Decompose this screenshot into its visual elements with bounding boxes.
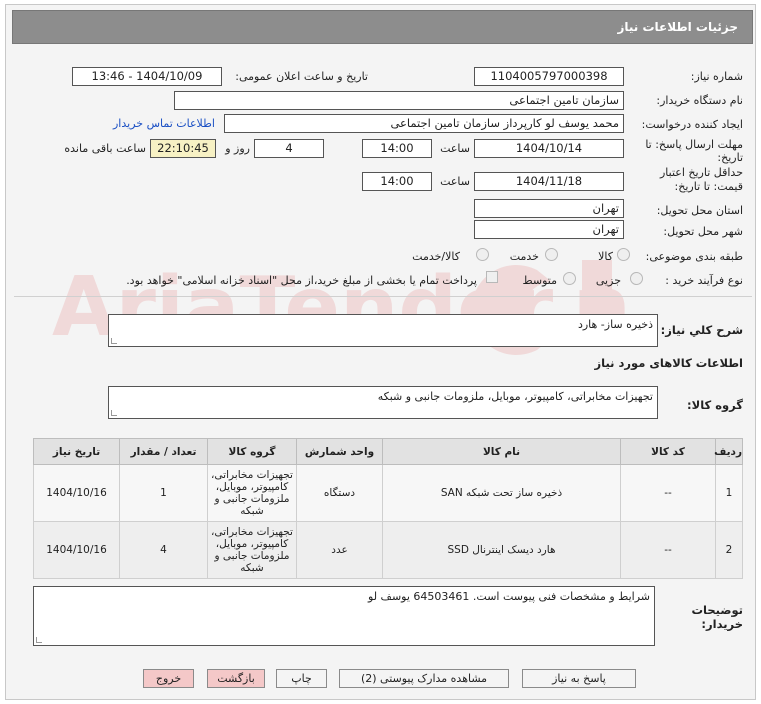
- remaining-time-field: 22:10:45: [150, 139, 216, 158]
- summary-value: ذخیره ساز- هارد: [577, 318, 653, 331]
- col-header-name: نام کالا: [382, 438, 621, 465]
- process-small-label: جزیی: [595, 274, 621, 287]
- process-medium-radio[interactable]: [563, 272, 576, 285]
- validity-date-field[interactable]: 1404/11/18: [474, 172, 624, 191]
- process-small-radio[interactable]: [630, 272, 643, 285]
- summary-label: شرح کلي نياز:: [660, 323, 743, 337]
- category-goods-service-label: کالا/خدمت: [412, 250, 460, 263]
- cell-name: هارد دیسک اینترنال SSD: [382, 521, 621, 579]
- announce-label: تاریخ و ساعت اعلان عمومی:: [235, 70, 368, 83]
- process-medium-label: متوسط: [522, 274, 557, 287]
- col-header-unit: واحد شمارش: [296, 438, 383, 465]
- cell-row-num: 2: [715, 521, 743, 579]
- notes-label-2: خریدار:: [701, 617, 743, 631]
- cell-code: --: [620, 521, 716, 579]
- col-header-row-num: ردیف: [714, 438, 743, 465]
- contact-info-link[interactable]: اطلاعات تماس خریدار: [113, 117, 215, 130]
- col-header-qty: تعداد / مقدار: [119, 438, 208, 465]
- cell-date: 1404/10/16: [33, 464, 120, 522]
- notes-textarea[interactable]: شرایط و مشخصات فنی پیوست است. 64503461 ی…: [33, 586, 655, 646]
- notes-label: توضیحات: [691, 603, 744, 617]
- buyer-org-label: نام دستگاه خریدار:: [656, 94, 743, 107]
- deadline-label-2: تاریخ:: [717, 151, 743, 164]
- reply-button[interactable]: پاسخ به نیاز: [522, 669, 636, 688]
- cell-group: تجهیزات مخابراتی، کامپیوتر، موبایل، ملزو…: [207, 521, 297, 579]
- creator-label: ایجاد کننده درخواست:: [641, 118, 743, 131]
- cell-unit: عدد: [296, 521, 383, 579]
- table-row: 1 -- ذخیره ساز تحت شبکه SAN دستگاه تجهیز…: [33, 464, 743, 522]
- cell-code: --: [620, 464, 716, 522]
- table-row: 2 -- هارد دیسک اینترنال SSD عدد تجهیزات …: [33, 521, 743, 579]
- need-number-field[interactable]: 1104005797000398: [474, 67, 624, 86]
- cell-unit: دستگاه: [296, 464, 383, 522]
- category-service-radio[interactable]: [545, 248, 558, 261]
- divider: [14, 296, 752, 297]
- creator-field[interactable]: محمد یوسف لو کارپرداز سازمان تامین اجتما…: [224, 114, 624, 133]
- treasury-checkbox[interactable]: [486, 271, 498, 283]
- notes-value: شرایط و مشخصات فنی پیوست است. 64503461 ی…: [368, 590, 650, 603]
- city-field[interactable]: تهران: [474, 220, 624, 239]
- col-header-group: گروه کالا: [207, 438, 297, 465]
- table-header-row: ردیف کد کالا نام کالا واحد شمارش گروه کا…: [33, 438, 743, 465]
- summary-textarea[interactable]: ذخیره ساز- هارد: [108, 314, 658, 347]
- deadline-label: مهلت ارسال پاسخ: تا: [645, 138, 743, 151]
- cell-date: 1404/10/16: [33, 521, 120, 579]
- province-field[interactable]: تهران: [474, 199, 624, 218]
- validity-time-field[interactable]: 14:00: [362, 172, 432, 191]
- items-table: ردیف کد کالا نام کالا واحد شمارش گروه کا…: [33, 438, 743, 579]
- category-goods-service-radio[interactable]: [476, 248, 489, 261]
- cell-row-num: 1: [715, 464, 743, 522]
- cell-name: ذخیره ساز تحت شبکه SAN: [382, 464, 621, 522]
- resize-handle-icon[interactable]: [111, 338, 117, 344]
- exit-button[interactable]: خروج: [143, 669, 194, 688]
- category-goods-label: کالا: [598, 250, 613, 263]
- deadline-date-field[interactable]: 1404/10/14: [474, 139, 624, 158]
- page-title: جزئیات اطلاعات نیاز: [617, 20, 738, 34]
- need-number-label: شماره نیاز:: [690, 70, 743, 83]
- cell-qty: 4: [119, 521, 208, 579]
- category-goods-radio[interactable]: [617, 248, 630, 261]
- cell-qty: 1: [119, 464, 208, 522]
- goods-group-label: گروه کالا:: [687, 398, 743, 412]
- goods-section-title: اطلاعات کالاهای مورد نیاز: [594, 356, 743, 370]
- validity-time-label: ساعت: [440, 175, 470, 188]
- deadline-time-label: ساعت: [440, 142, 470, 155]
- remaining-time-label: ساعت باقی مانده: [64, 142, 146, 155]
- city-label: شهر محل تحویل:: [663, 225, 743, 238]
- deadline-time-field[interactable]: 14:00: [362, 139, 432, 158]
- back-button[interactable]: بازگشت: [207, 669, 265, 688]
- province-label: استان محل تحویل:: [656, 204, 743, 217]
- goods-group-value: تجهیزات مخابراتی، کامپیوتر، موبایل، ملزو…: [377, 390, 653, 403]
- announce-field[interactable]: 1404/10/09 - 13:46: [72, 67, 222, 86]
- col-header-code: کد کالا: [620, 438, 716, 465]
- category-service-label: خدمت: [509, 250, 539, 263]
- header-bar: جزئیات اطلاعات نیاز: [12, 10, 753, 44]
- buyer-org-field[interactable]: سازمان تامین اجتماعی: [174, 91, 624, 110]
- resize-handle-icon[interactable]: [36, 637, 42, 643]
- goods-group-textarea[interactable]: تجهیزات مخابراتی، کامپیوتر، موبایل، ملزو…: [108, 386, 658, 419]
- process-label: نوع فرآیند خرید :: [665, 274, 743, 287]
- days-field[interactable]: 4: [254, 139, 324, 158]
- validity-label-2: قیمت: تا تاریخ:: [674, 180, 743, 193]
- payment-note: پرداخت تمام یا بخشی از مبلغ خرید،از محل …: [126, 274, 477, 287]
- validity-label: حداقل تاریخ اعتبار: [659, 166, 743, 179]
- col-header-date: تاریخ نیاز: [33, 438, 120, 465]
- print-button[interactable]: چاپ: [276, 669, 327, 688]
- days-label: روز و: [225, 142, 250, 155]
- cell-group: تجهیزات مخابراتی، کامپیوتر، موبایل، ملزو…: [207, 464, 297, 522]
- category-label: طبقه بندی موضوعی:: [645, 250, 743, 263]
- resize-handle-icon[interactable]: [111, 410, 117, 416]
- attachments-button[interactable]: مشاهده مدارک پیوستی (2): [339, 669, 509, 688]
